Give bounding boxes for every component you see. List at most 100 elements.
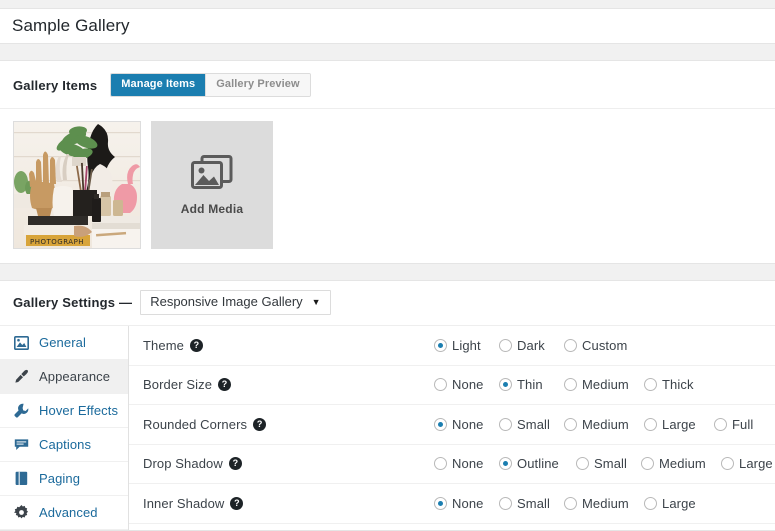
help-icon[interactable]: ? [228,457,242,471]
radio-indicator[interactable] [434,378,447,392]
gear-icon [13,505,30,521]
radio-indicator[interactable] [499,496,512,510]
radio-indicator[interactable] [434,457,447,471]
sidebar-item-paging[interactable]: Paging [0,462,128,496]
sidebar-item-paging-label: Paging [39,471,81,486]
setting-row-border-size: Border Size ? None Thin Medium Thick [129,366,775,405]
radio-indicator[interactable] [564,496,577,510]
radio-indicator[interactable] [499,457,512,471]
gallery-items-body: PHOTOGRAPH Add Media [0,109,775,263]
help-icon[interactable]: ? [218,378,232,392]
help-icon[interactable]: ? [253,417,267,431]
radio-option-border-size-medium[interactable]: Medium [564,377,629,392]
radio-label: Light [452,337,481,353]
radio-option-rounded-corners-medium[interactable]: Medium [564,417,629,432]
sidebar-item-advanced-label: Advanced [39,505,98,520]
wrench-icon [13,403,30,419]
radio-label: None [452,456,484,472]
gallery-type-value: Responsive Image Gallery [150,294,303,309]
radio-indicator[interactable] [714,417,727,431]
radio-option-theme-light[interactable]: Light [434,338,481,353]
radio-option-drop-shadow-medium[interactable]: Medium [641,456,706,471]
radio-indicator[interactable] [564,417,577,431]
setting-label-theme: Theme ? [129,338,279,353]
gallery-settings-body: General Appearance Hover Effects Caption… [0,326,775,530]
radio-indicator[interactable] [499,378,512,392]
radio-option-theme-dark[interactable]: Dark [499,338,545,353]
setting-label-border-size-text: Border Size [143,377,213,393]
gallery-type-select[interactable]: Responsive Image Gallery ▼ [140,290,331,315]
setting-label-rounded-corners: Rounded Corners ? [129,417,279,432]
radio-label: None [452,416,484,432]
tab-gallery-preview[interactable]: Gallery Preview [205,74,310,96]
page-title-bar: Sample Gallery [0,8,775,44]
sidebar-item-general-label: General [39,335,86,350]
radio-option-rounded-corners-large[interactable]: Large [644,417,696,432]
sidebar-item-captions-label: Captions [39,437,92,452]
radio-indicator[interactable] [644,496,657,510]
radio-label: Medium [659,456,706,472]
radio-label: Thick [662,377,694,393]
radio-option-drop-shadow-large[interactable]: Large [721,456,773,471]
radio-indicator[interactable] [434,338,447,352]
svg-text:PHOTOGRAPH: PHOTOGRAPH [30,238,84,246]
radio-option-rounded-corners-small[interactable]: Small [499,417,550,432]
gallery-settings-label: Gallery Settings — [13,295,133,310]
setting-row-drop-shadow: Drop Shadow ? None Outline Small Medium … [129,445,775,484]
radio-indicator[interactable] [644,417,657,431]
setting-row-theme: Theme ? Light Dark Custom [129,326,775,366]
radio-option-border-size-thick[interactable]: Thick [644,377,694,392]
radio-label: Medium [582,416,629,432]
setting-label-drop-shadow: Drop Shadow ? [129,456,279,471]
add-media-button[interactable]: Add Media [151,121,273,249]
radio-label: Full [732,416,754,432]
radio-indicator[interactable] [434,496,447,510]
radio-option-drop-shadow-outline[interactable]: Outline [499,456,559,471]
setting-row-inner-shadow: Inner Shadow ? None Small Medium Large [129,484,775,524]
add-media-label: Add Media [180,201,244,216]
radio-option-theme-custom[interactable]: Custom [564,338,627,353]
radio-label: Large [739,456,773,472]
tab-manage-items[interactable]: Manage Items [111,74,206,96]
chevron-down-icon: ▼ [311,296,321,307]
radio-indicator[interactable] [499,338,512,352]
sidebar-item-hover-effects[interactable]: Hover Effects [0,394,128,428]
radio-indicator[interactable] [644,378,657,392]
radio-option-border-size-thin[interactable]: Thin [499,377,543,392]
radio-label: None [452,377,484,393]
setting-label-drop-shadow-text: Drop Shadow [143,456,223,472]
gallery-settings-header: Gallery Settings — Responsive Image Gall… [0,281,775,326]
radio-indicator[interactable] [641,457,654,471]
gallery-item-thumbnail[interactable]: PHOTOGRAPH [13,121,141,249]
radio-option-drop-shadow-small[interactable]: Small [576,456,627,471]
stacked-images-icon [191,154,233,194]
radio-indicator[interactable] [564,378,577,392]
sidebar-item-captions[interactable]: Captions [0,428,128,462]
radio-option-rounded-corners-none[interactable]: None [434,417,483,432]
radio-label: Medium [582,377,629,393]
radio-indicator[interactable] [564,338,577,352]
radio-indicator[interactable] [499,417,512,431]
sidebar-item-advanced[interactable]: Advanced [0,496,128,530]
radio-indicator[interactable] [576,457,589,471]
radio-label: Thin [517,377,543,393]
gallery-items-label: Gallery Items [13,77,98,93]
radio-label: Dark [517,337,545,353]
radio-option-rounded-corners-full[interactable]: Full [714,417,753,432]
sidebar-item-general[interactable]: General [0,326,128,360]
help-icon[interactable]: ? [189,338,203,352]
radio-indicator[interactable] [721,457,734,471]
setting-label-rounded-corners-text: Rounded Corners [143,416,248,432]
radio-option-border-size-none[interactable]: None [434,377,483,392]
sidebar-item-appearance[interactable]: Appearance [0,360,128,394]
radio-indicator[interactable] [434,417,447,431]
settings-rows: Theme ? Light Dark Custom Border Size ? … [129,326,775,530]
setting-row-rounded-corners: Rounded Corners ? None Small Medium Larg… [129,405,775,445]
setting-label-theme-text: Theme [143,337,184,353]
comment-icon [13,437,30,453]
radio-option-drop-shadow-none[interactable]: None [434,456,483,471]
help-icon[interactable]: ? [230,496,244,510]
radio-label: Small [517,416,551,432]
gallery-settings-panel: Gallery Settings — Responsive Image Gall… [0,280,775,531]
radio-label: Small [594,456,628,472]
